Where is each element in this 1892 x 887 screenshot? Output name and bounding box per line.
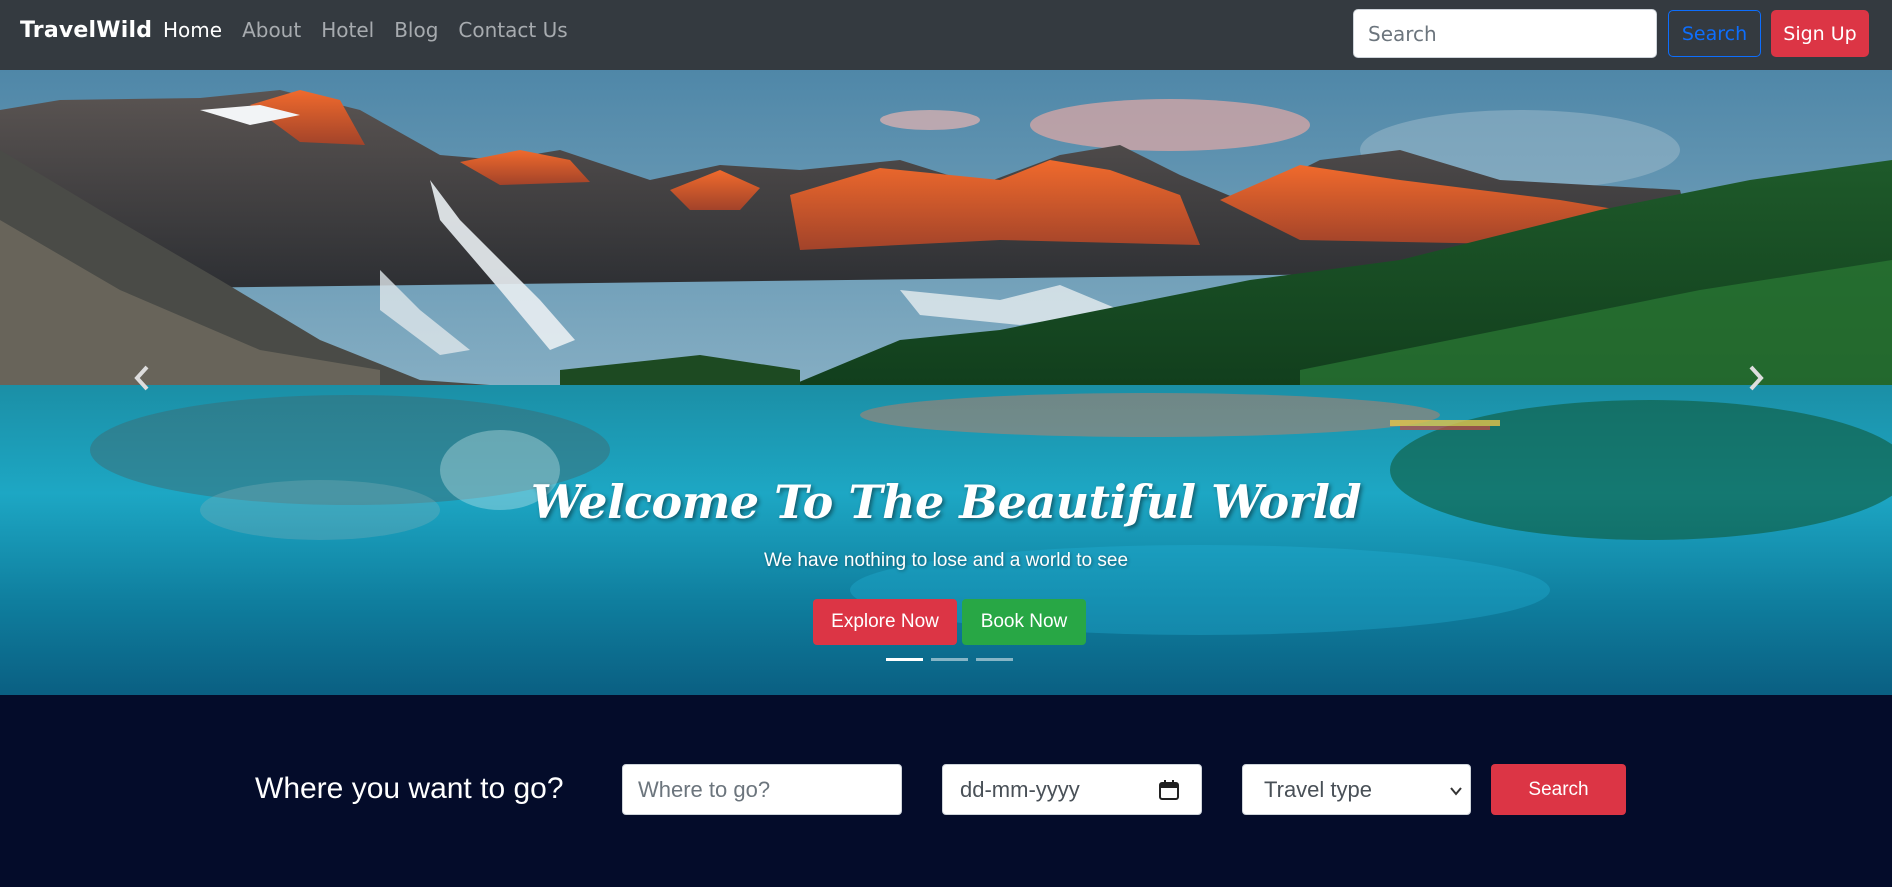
chevron-left-icon <box>134 365 149 391</box>
trip-search-button[interactable]: Search <box>1491 764 1626 815</box>
book-now-button[interactable]: Book Now <box>962 599 1086 645</box>
nav-link-contact[interactable]: Contact Us <box>458 18 567 42</box>
carousel-next-control[interactable] <box>1736 358 1776 398</box>
carousel-prev-control[interactable] <box>122 358 162 398</box>
travel-type-select[interactable]: Travel type <box>1242 764 1471 815</box>
hero-subtitle: We have nothing to lose and a world to s… <box>763 550 1129 571</box>
chevron-down-icon <box>1450 787 1462 796</box>
date-placeholder: dd-mm-yyyy <box>960 777 1080 802</box>
sign-up-button[interactable]: Sign Up <box>1771 10 1869 57</box>
carousel-indicator-2[interactable] <box>931 658 968 661</box>
brand-logo[interactable]: TravelWild <box>20 18 152 43</box>
hero-carousel: Welcome To The Beautiful World We have n… <box>0 70 1892 695</box>
carousel-indicators <box>886 658 1013 661</box>
nav-links: Home About Hotel Blog Contact Us <box>163 18 568 42</box>
trip-search-heading: Where you want to go? <box>255 772 564 805</box>
navbar-search-button[interactable]: Search <box>1668 10 1761 57</box>
calendar-icon[interactable] <box>1157 778 1181 802</box>
navbar-search-input[interactable] <box>1353 9 1657 58</box>
explore-now-button[interactable]: Explore Now <box>813 599 957 645</box>
nav-link-home[interactable]: Home <box>163 18 222 42</box>
date-input[interactable]: dd-mm-yyyy <box>942 764 1202 815</box>
nav-link-hotel[interactable]: Hotel <box>321 18 374 42</box>
nav-link-about[interactable]: About <box>242 18 301 42</box>
hero-title: Welcome To The Beautiful World <box>530 475 1362 529</box>
nav-link-blog[interactable]: Blog <box>394 18 438 42</box>
carousel-indicator-3[interactable] <box>976 658 1013 661</box>
chevron-right-icon <box>1749 365 1764 391</box>
top-navbar: TravelWild Home About Hotel Blog Contact… <box>0 0 1892 70</box>
carousel-indicator-1[interactable] <box>886 658 923 661</box>
destination-input[interactable] <box>622 764 902 815</box>
travel-type-value: Travel type <box>1264 777 1373 802</box>
